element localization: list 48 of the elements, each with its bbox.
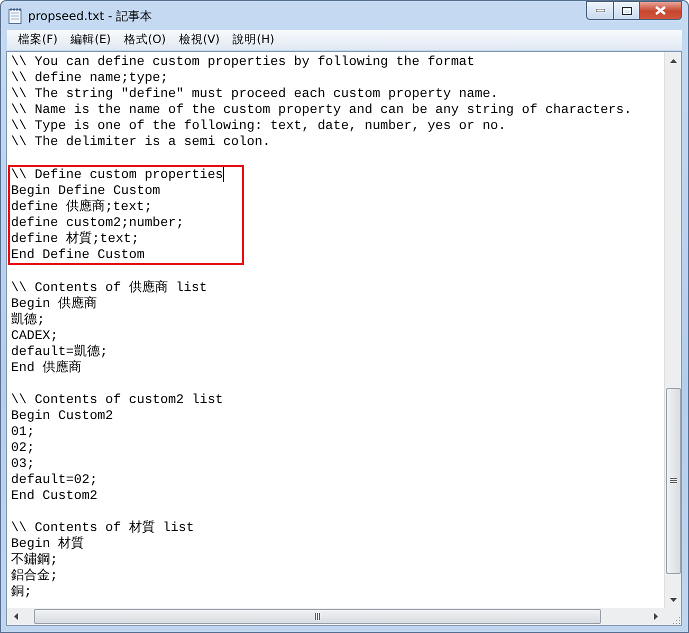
text-line: default=凱德; bbox=[11, 344, 108, 360]
text-line: \\ Contents of 供應商 list bbox=[11, 280, 208, 296]
menu-item[interactable]: 檔案(F) bbox=[13, 31, 63, 49]
menu-item[interactable]: 編輯(E) bbox=[66, 31, 116, 49]
text-line: 01; bbox=[11, 424, 35, 440]
text-line: \\ Name is the name of the custom property and can be any string of characters. bbox=[11, 102, 632, 118]
text-line: 02; bbox=[11, 440, 35, 456]
text-line: 凱德; bbox=[11, 312, 45, 328]
text-line: CADEX; bbox=[11, 328, 58, 344]
menu-item[interactable]: 格式(O) bbox=[118, 31, 171, 49]
maximize-icon bbox=[622, 6, 632, 14]
scrollbar-thumb[interactable] bbox=[34, 609, 601, 624]
text-line: define 材質;text; bbox=[11, 231, 140, 247]
minimize-button[interactable] bbox=[586, 1, 613, 20]
text-line: \\ Define custom properties bbox=[11, 167, 224, 183]
text-line: \\ Type is one of the following: text, date, number, yes or no. bbox=[11, 118, 506, 134]
text-line: default=02; bbox=[11, 472, 98, 488]
notepad-icon bbox=[8, 8, 22, 24]
text-line: Begin 供應商 bbox=[11, 296, 98, 312]
horizontal-scrollbar[interactable] bbox=[7, 608, 664, 625]
text-line: \\ You can define custom properties by following the format bbox=[11, 54, 475, 70]
text-line: \\ The string "define" must proceed each custom property name. bbox=[11, 86, 498, 102]
text-line: 03; bbox=[11, 456, 35, 472]
close-icon bbox=[655, 6, 666, 15]
text-line: \\ define name;type; bbox=[11, 70, 168, 86]
text-line: End Define Custom bbox=[11, 247, 145, 263]
maximize-button[interactable] bbox=[613, 1, 639, 20]
text-line: 鋁合金; bbox=[11, 568, 58, 584]
text-line: Begin Custom2 bbox=[11, 408, 114, 424]
text-line: Begin 材質 bbox=[11, 536, 84, 552]
text-line: End Custom2 bbox=[11, 488, 98, 504]
text-line: 銅; bbox=[11, 584, 32, 600]
scrollbar-thumb[interactable] bbox=[666, 388, 680, 574]
text-line: define custom2;number; bbox=[11, 215, 184, 231]
text-line: \\ The delimiter is a semi colon. bbox=[11, 134, 270, 150]
text-line: 不鏽鋼; bbox=[11, 552, 58, 568]
window-title: propseed.txt - 記事本 bbox=[28, 8, 152, 24]
vertical-scrollbar[interactable] bbox=[664, 52, 681, 608]
text-line: End 供應商 bbox=[11, 360, 82, 376]
text-line: Begin Define Custom bbox=[11, 183, 160, 199]
text-line: \\ Contents of 材質 list bbox=[11, 520, 194, 536]
menu-item[interactable]: 說明(H) bbox=[228, 31, 280, 49]
minimize-icon bbox=[596, 9, 604, 12]
menu-item[interactable]: 檢視(V) bbox=[174, 31, 225, 49]
text-line: \\ Contents of custom2 list bbox=[11, 392, 224, 408]
text-line: define 供應商;text; bbox=[11, 199, 152, 215]
size-grip-icon[interactable] bbox=[671, 615, 681, 625]
close-button[interactable] bbox=[639, 1, 682, 20]
